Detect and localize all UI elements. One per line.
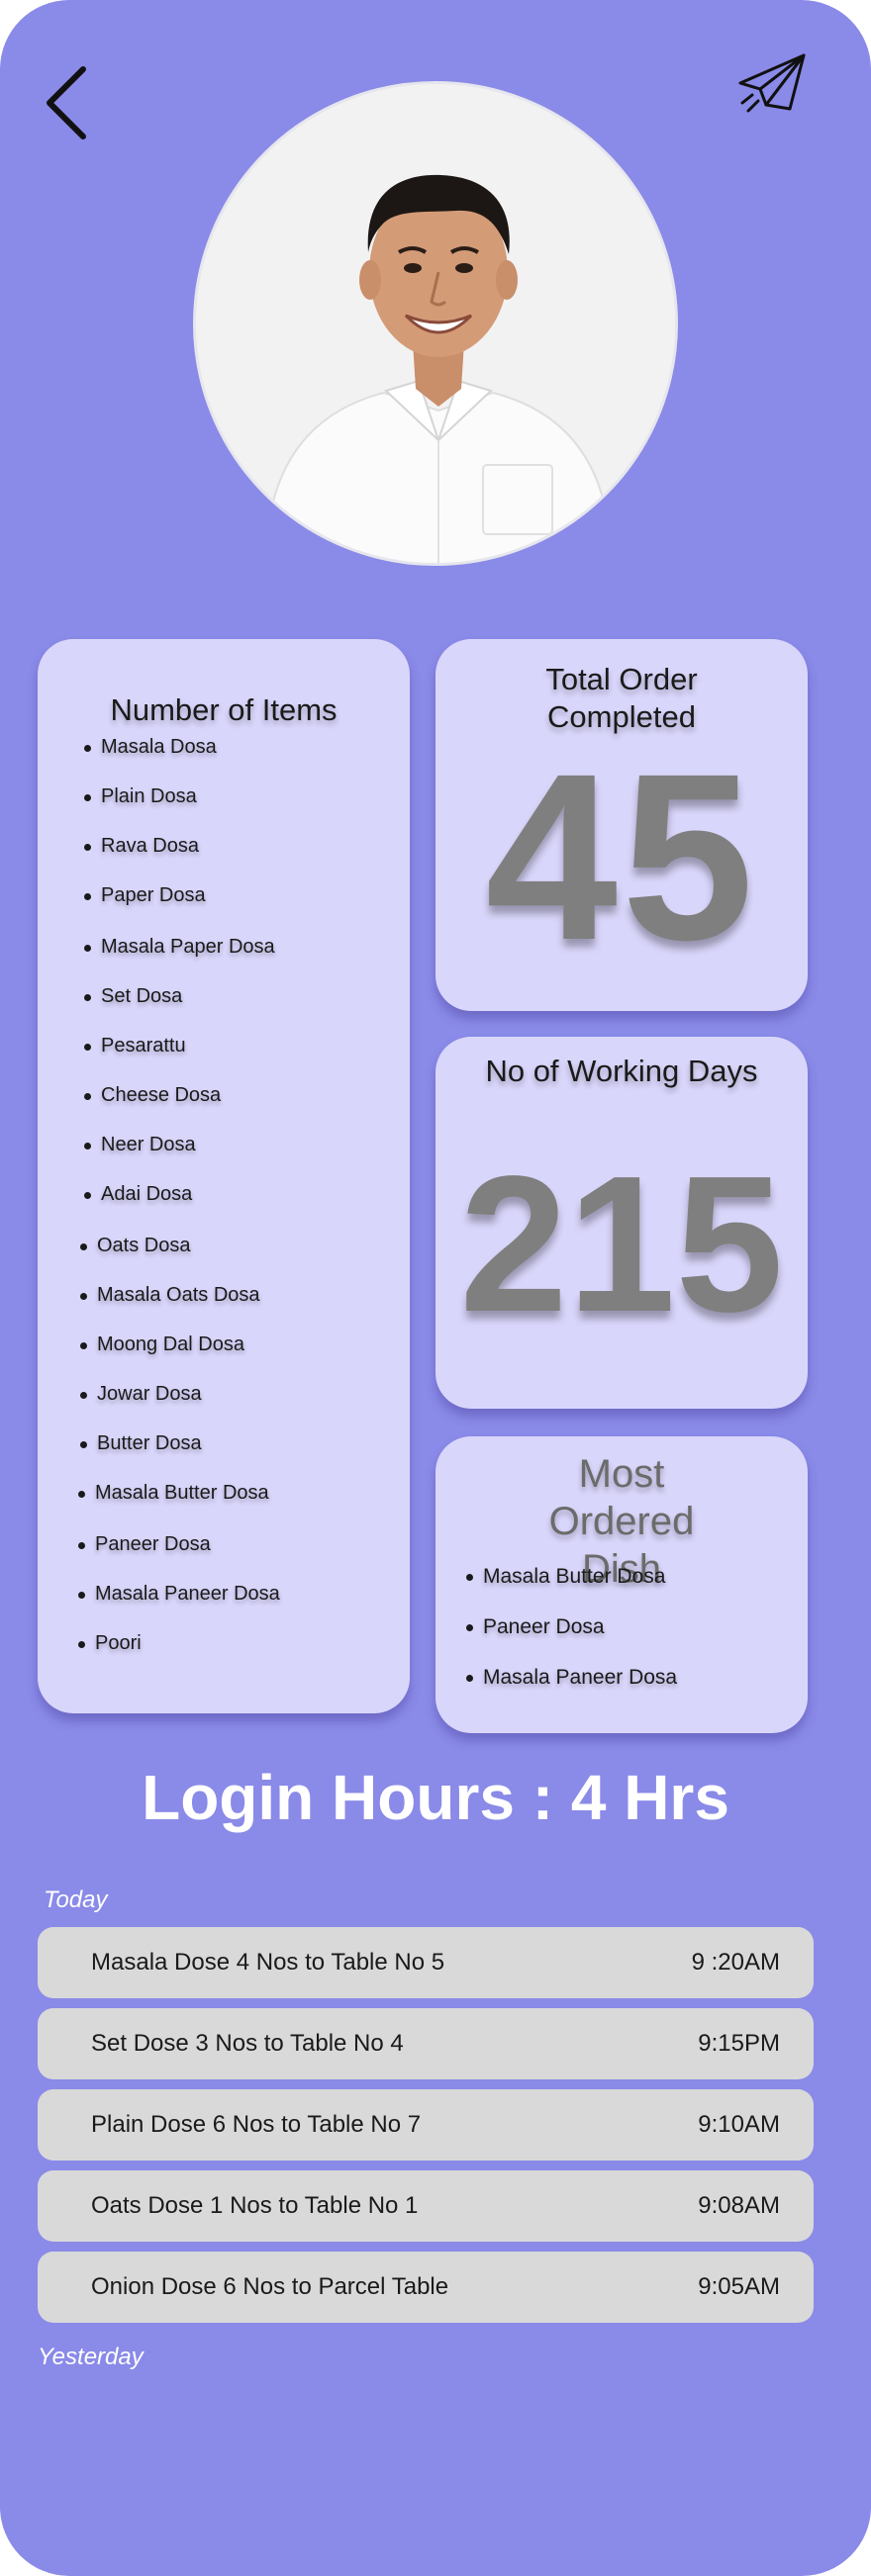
list-item: Oats Dosa (79, 1235, 191, 1256)
list-item: Jowar Dosa (80, 1383, 202, 1405)
order-row[interactable]: Onion Dose 6 Nos to Parcel Table 9:05AM (38, 2252, 814, 2323)
list-item: Paneer Dosa (465, 1615, 677, 1639)
list-item: Paper Dosa (84, 884, 206, 906)
order-row[interactable]: Masala Dose 4 Nos to Table No 5 9 :20AM (38, 1927, 814, 1998)
back-button[interactable] (40, 61, 99, 150)
list-item: Masala Oats Dosa (80, 1284, 260, 1306)
list-item: Masala Paneer Dosa (78, 1583, 280, 1605)
order-time: 9 :20AM (691, 1949, 780, 1976)
login-hours: Login Hours : 4 Hrs (142, 1762, 729, 1833)
most-ordered-list: Masala Butter Dosa Paneer Dosa Masala Pa… (465, 1565, 678, 1716)
yesterday-label: Yesterday (38, 2344, 144, 2370)
list-item: Paneer Dosa (78, 1533, 211, 1555)
total-orders-card: Total Order Completed 45 (436, 639, 808, 1011)
list-item: Masala Butter Dosa (78, 1482, 269, 1504)
send-button[interactable] (734, 49, 814, 119)
items-card: Number of Items Masala Dosa Plain Dosa Rav… (38, 639, 410, 1713)
chevron-left-icon (47, 66, 86, 139)
order-text: Set Dose 3 Nos to Table No 4 (91, 2030, 404, 2057)
list-item: Set Dosa (83, 985, 183, 1007)
working-days-card: No of Working Days 215 (436, 1037, 808, 1409)
list-item: Masala Butter Dosa (465, 1565, 677, 1589)
paper-plane-icon (738, 53, 806, 113)
most-ordered-card: Most Ordered Dish Masala Butter Dosa Pan… (436, 1436, 808, 1733)
list-item: Butter Dosa (80, 1432, 202, 1454)
list-item: Poori (78, 1632, 142, 1654)
order-time: 9:08AM (698, 2192, 780, 2219)
order-row[interactable]: Plain Dose 6 Nos to Table No 7 9:10AM (38, 2089, 814, 2161)
list-item: Adai Dosa (83, 1183, 193, 1205)
order-text: Oats Dose 1 Nos to Table No 1 (91, 2192, 419, 2219)
list-item: Plain Dosa (84, 785, 197, 807)
list-item: Masala Dosa (84, 736, 217, 758)
working-days-value: 215 (459, 1136, 784, 1352)
today-label: Today (44, 1886, 108, 1913)
order-time: 9:05AM (698, 2273, 780, 2300)
list-item: Rava Dosa (84, 835, 199, 857)
order-text: Plain Dose 6 Nos to Table No 7 (91, 2111, 422, 2138)
list-item: Masala Paper Dosa (84, 936, 275, 958)
order-row[interactable]: Oats Dose 1 Nos to Table No 1 9:08AM (38, 2170, 814, 2242)
order-text: Masala Dose 4 Nos to Table No 5 (91, 1949, 445, 1976)
order-time: 9:15PM (698, 2030, 780, 2057)
list-item: Moong Dal Dosa (80, 1334, 244, 1355)
phone-screen: Number of Items Masala Dosa Plain Dosa Rav… (0, 0, 871, 2576)
order-row[interactable]: Set Dose 3 Nos to Table No 4 9:15PM (38, 2008, 814, 2079)
list-item: Cheese Dosa (83, 1084, 222, 1106)
order-text: Onion Dose 6 Nos to Parcel Table (91, 2273, 449, 2300)
profile-photo (196, 84, 675, 563)
order-time: 9:10AM (698, 2111, 780, 2138)
avatar (193, 81, 678, 566)
items-card-title: Number of Items (110, 692, 338, 727)
working-days-title: No of Working Days (485, 1054, 758, 1088)
total-orders-value: 45 (485, 724, 758, 989)
list-item: Pesarattu (84, 1035, 186, 1057)
list-item: Masala Paneer Dosa (465, 1666, 678, 1689)
list-item: Neer Dosa (84, 1134, 196, 1155)
